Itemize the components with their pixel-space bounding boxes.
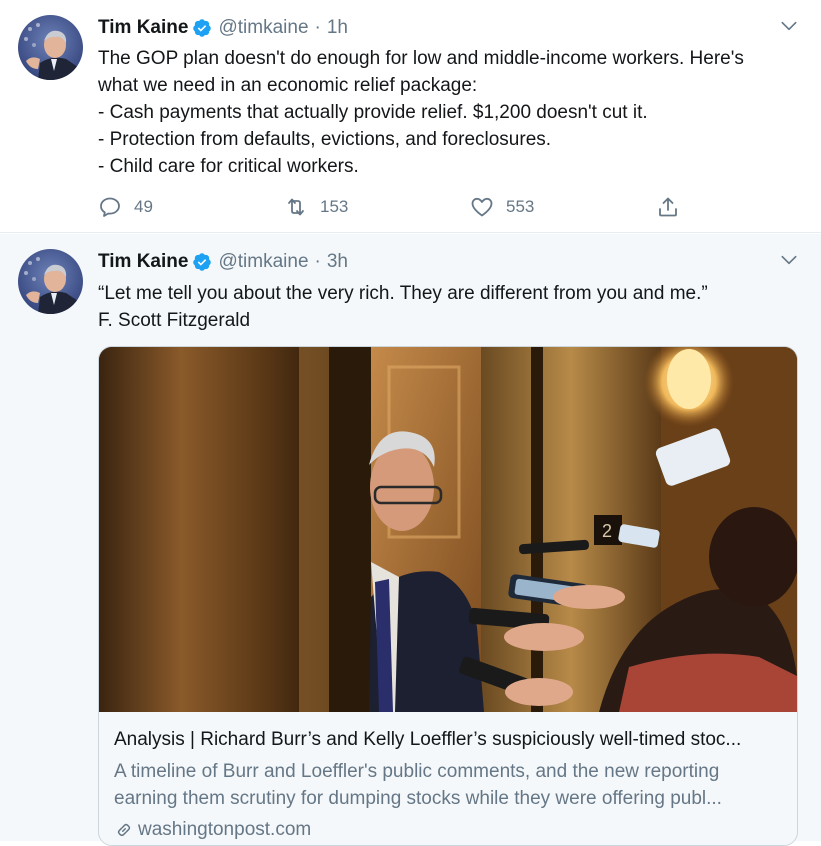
card-domain-text: washingtonpost.com bbox=[138, 819, 312, 840]
handle[interactable]: @timkaine bbox=[218, 251, 308, 273]
chevron-down-icon[interactable] bbox=[779, 16, 799, 36]
card-text: Analysis | Richard Burr’s and Kelly Loef… bbox=[114, 727, 784, 843]
reply-button[interactable]: 49 bbox=[98, 193, 153, 221]
reply-count: 49 bbox=[134, 197, 153, 216]
timestamp[interactable]: 3h bbox=[327, 251, 348, 273]
retweet-button[interactable]: 153 bbox=[284, 193, 348, 221]
svg-text:2: 2 bbox=[602, 521, 612, 541]
retweet-icon bbox=[288, 198, 304, 216]
separator: · bbox=[314, 17, 321, 38]
verified-badge-icon bbox=[193, 19, 212, 37]
tweet-text-line: - Cash payments that actually provide re… bbox=[98, 102, 648, 123]
link-icon bbox=[117, 823, 131, 836]
avatar[interactable] bbox=[18, 249, 83, 314]
tweet-text-line: what we need in an economic relief packa… bbox=[98, 75, 478, 96]
tweet-text-line: - Child care for critical workers. bbox=[98, 156, 359, 177]
display-name[interactable]: Tim Kaine bbox=[98, 17, 188, 39]
separator: · bbox=[314, 251, 321, 272]
tweet-header: Tim Kaine @timkaine · 3h bbox=[98, 249, 348, 275]
retweet-count: 153 bbox=[320, 197, 349, 216]
card-description-line: earning them scrutiny for dumping stocks… bbox=[114, 788, 722, 809]
tweet-text: “Let me tell you about the very rich. Th… bbox=[98, 280, 803, 334]
tweet-text-line: F. Scott Fitzgerald bbox=[98, 310, 251, 331]
chevron-down-icon[interactable] bbox=[779, 250, 799, 270]
card-description: A timeline of Burr and Loeffler's public… bbox=[114, 758, 784, 812]
display-name[interactable]: Tim Kaine bbox=[98, 251, 188, 273]
reply-icon bbox=[100, 197, 120, 217]
tweet-text-line: - Protection from defaults, evictions, a… bbox=[98, 129, 552, 150]
like-count: 553 bbox=[506, 197, 535, 216]
tweet-text-line: The GOP plan doesn't do enough for low a… bbox=[98, 48, 744, 69]
share-icon bbox=[659, 197, 677, 217]
timestamp[interactable]: 1h bbox=[327, 17, 348, 39]
verified-badge-icon bbox=[193, 253, 212, 271]
card-description-line: A timeline of Burr and Loeffler's public… bbox=[114, 761, 720, 782]
share-button[interactable] bbox=[656, 193, 692, 221]
avatar[interactable] bbox=[18, 15, 83, 80]
article-photo: 2 bbox=[99, 347, 797, 712]
card-title[interactable]: Analysis | Richard Burr’s and Kelly Loef… bbox=[114, 727, 784, 753]
tweet-text: The GOP plan doesn't do enough for low a… bbox=[98, 45, 803, 180]
card-domain[interactable]: washingtonpost.com bbox=[114, 816, 784, 843]
tweet-text-line: “Let me tell you about the very rich. Th… bbox=[98, 283, 708, 304]
tweet[interactable]: Tim Kaine @timkaine · 1h The GOP plan do… bbox=[0, 0, 821, 233]
like-button[interactable]: 553 bbox=[470, 193, 534, 221]
tweet-header: Tim Kaine @timkaine · 1h bbox=[98, 15, 348, 41]
link-card[interactable]: 2 Analysis | Richard Burr’s and Kelly Lo… bbox=[98, 346, 798, 846]
like-icon bbox=[471, 197, 493, 217]
tweet[interactable]: Tim Kaine @timkaine · 3h “Let me tell yo… bbox=[0, 234, 821, 846]
handle[interactable]: @timkaine bbox=[218, 17, 308, 39]
tweet-actions: 49 153 553 bbox=[98, 193, 698, 221]
